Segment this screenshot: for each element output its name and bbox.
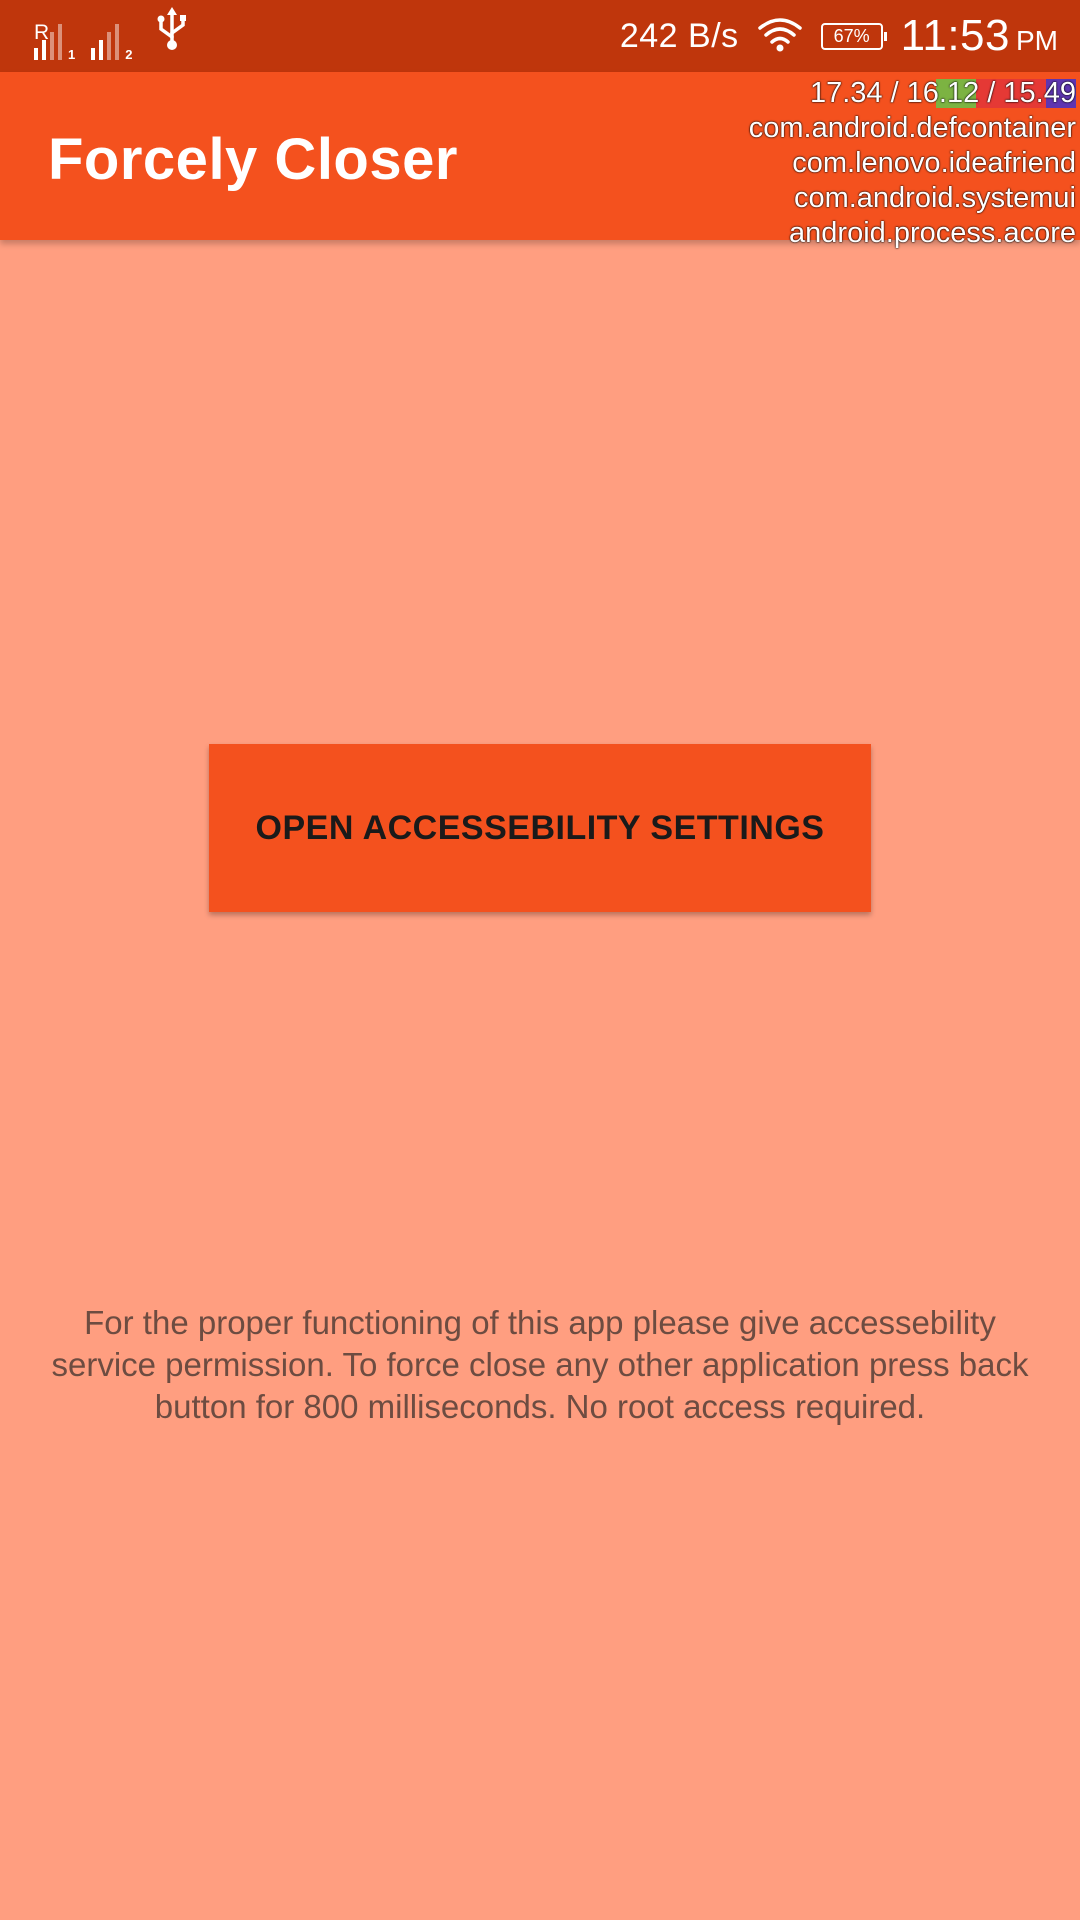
process-overlay: 17.34 / 16.12 / 15.49 com.android.defcon… <box>749 76 1076 251</box>
network-speed: 242 B/s <box>619 16 739 55</box>
sim2-signal-icon <box>91 22 120 60</box>
status-bar: R 1 2 242 B/s 67% 11:53 PM <box>0 0 1080 72</box>
open-accessibility-settings-button[interactable]: OPEN ACCESSEBILITY SETTINGS <box>209 744 871 912</box>
process-name: com.android.defcontainer <box>748 112 1076 144</box>
info-text: For the proper functioning of this app p… <box>51 1304 1029 1425</box>
clock-time: 11:53 <box>900 11 1010 60</box>
clock: 11:53 PM <box>901 11 1058 61</box>
screen: R 1 2 242 B/s 67% 11:53 PM Forcely Close… <box>0 0 1080 1920</box>
sim1-signal: R 1 <box>34 21 76 62</box>
load-average-text: 17.34 / 16.12 / 15.49 <box>809 77 1076 109</box>
app-title: Forcely Closer <box>48 127 458 192</box>
battery-icon: 67% <box>820 22 887 50</box>
sim2-signal: 2 <box>91 22 133 62</box>
clock-ampm: PM <box>1016 25 1058 56</box>
process-name: com.lenovo.ideafriend <box>792 147 1076 179</box>
load-average: 17.34 / 16.12 / 15.49 <box>810 76 1076 111</box>
status-left: R 1 2 <box>34 7 190 62</box>
wifi-icon <box>757 16 803 57</box>
status-right: 242 B/s 67% 11:53 PM <box>620 0 1058 72</box>
sim2-number: 2 <box>125 47 133 62</box>
usb-icon <box>154 7 190 56</box>
process-name: com.android.systemui <box>793 182 1076 214</box>
process-name: android.process.acore <box>789 217 1076 249</box>
roaming-indicator: R <box>34 21 50 44</box>
sim1-number: 1 <box>68 47 76 62</box>
